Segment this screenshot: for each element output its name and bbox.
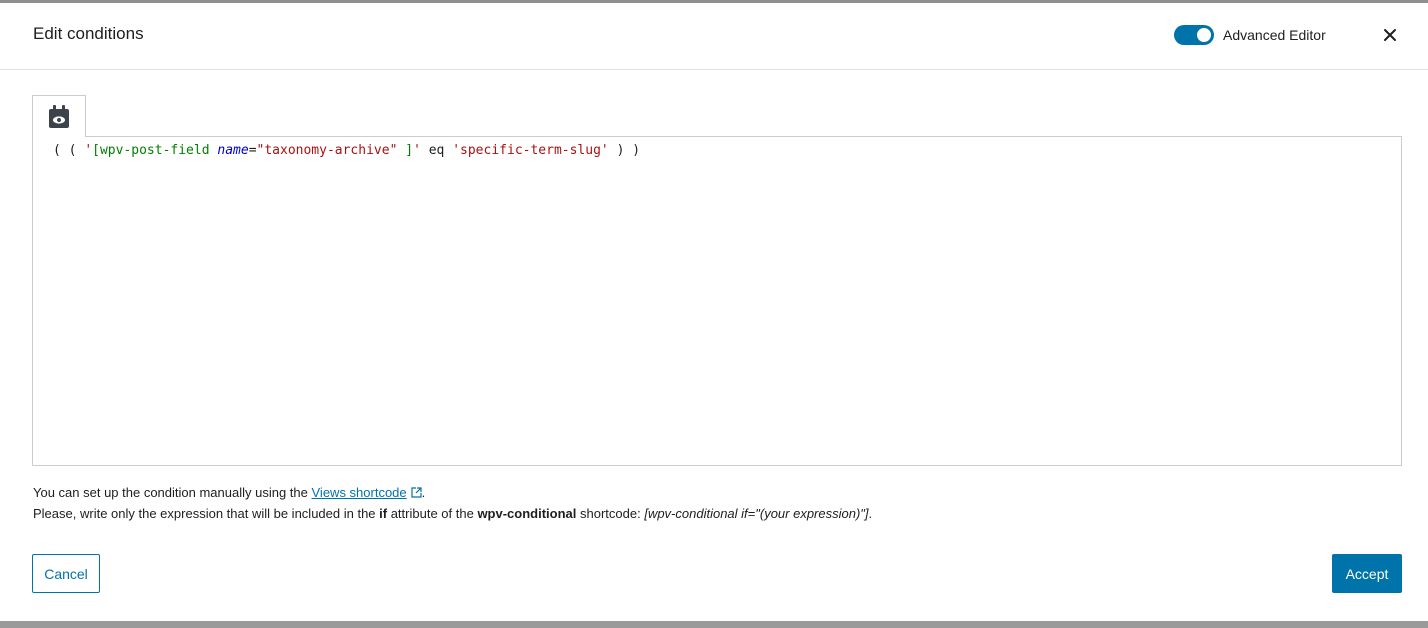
- help-line-1-prefix: You can set up the condition manually us…: [33, 485, 312, 500]
- code-operator: eq: [420, 143, 453, 158]
- cancel-button[interactable]: Cancel: [32, 554, 100, 593]
- advanced-editor-label: Advanced Editor: [1223, 27, 1326, 43]
- calendar-eye-icon: [49, 104, 69, 128]
- help-line-2-end: .: [868, 506, 873, 521]
- external-link-icon: [411, 487, 422, 498]
- help-line-2-b: attribute of the: [387, 506, 478, 521]
- code-shortcode-close: ]: [397, 143, 414, 158]
- code-attr-name: name: [217, 143, 249, 158]
- code-attr-value: "taxonomy-archive": [256, 143, 398, 158]
- code-shortcode-name: [wpv-post-field: [92, 143, 218, 158]
- preview-tab-button[interactable]: [32, 95, 86, 137]
- views-shortcode-link[interactable]: Views shortcode: [312, 485, 407, 500]
- code-editor[interactable]: ( ( '[wpv-post-field name="taxonomy-arch…: [32, 136, 1402, 466]
- close-icon: [1384, 29, 1396, 41]
- help-if-keyword: if: [379, 506, 388, 521]
- advanced-editor-toggle-group: Advanced Editor: [1174, 25, 1326, 45]
- help-line-2: Please, write only the expression that w…: [33, 503, 872, 524]
- advanced-editor-toggle[interactable]: [1174, 25, 1214, 45]
- help-example: [wpv-conditional if="(your expression)"]: [644, 506, 869, 521]
- help-line-1-suffix: .: [421, 485, 426, 500]
- dialog-title: Edit conditions: [33, 24, 144, 43]
- toggle-knob: [1197, 28, 1211, 42]
- help-line-1: You can set up the condition manually us…: [33, 482, 872, 503]
- close-button[interactable]: [1378, 23, 1402, 47]
- dialog-header: Edit conditions Advanced Editor: [0, 3, 1428, 70]
- help-line-2-a: Please, write only the expression that w…: [33, 506, 380, 521]
- code-quote-open: ': [84, 143, 93, 158]
- code-equals: =: [248, 143, 257, 158]
- code-paren-open: ( (: [53, 143, 85, 158]
- help-wpv-keyword: wpv-conditional: [477, 506, 577, 521]
- help-line-2-c: shortcode:: [576, 506, 645, 521]
- code-paren-close: ) ): [608, 143, 641, 158]
- code-quote-close: ': [413, 143, 421, 158]
- code-term: 'specific-term-slug': [452, 143, 609, 158]
- code-line: ( ( '[wpv-post-field name="taxonomy-arch…: [53, 143, 640, 158]
- accept-button[interactable]: Accept: [1332, 554, 1402, 593]
- help-text: You can set up the condition manually us…: [33, 482, 872, 524]
- edit-conditions-dialog: Edit conditions Advanced Editor ( ( '[wp…: [0, 3, 1428, 621]
